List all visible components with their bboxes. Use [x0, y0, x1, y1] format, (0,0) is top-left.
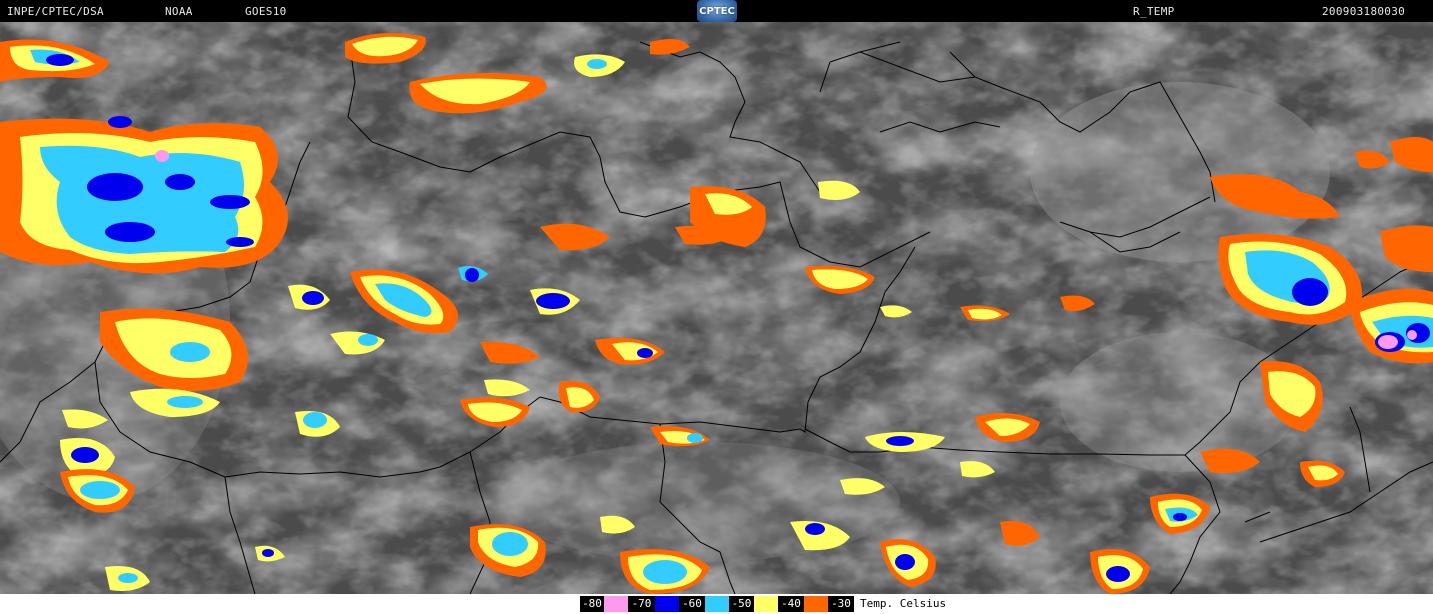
legend-label-70: -70: [628, 596, 655, 612]
agency-label: NOAA: [165, 5, 193, 18]
satellite-label: GOES10: [245, 5, 287, 18]
header-bar: INPE/CPTEC/DSA NOAA GOES10 CPTEC R_TEMP …: [0, 0, 1433, 22]
legend-label-30: -30: [828, 596, 854, 612]
satellite-image: [0, 22, 1433, 594]
legend-label-50: -50: [729, 596, 754, 612]
legend-label-60: -60: [679, 596, 705, 612]
legend-swatch-80: [604, 596, 628, 612]
legend-swatch-40: [804, 596, 828, 612]
timestamp-label: 200903180030: [1322, 5, 1406, 18]
legend-swatch-70: [655, 596, 679, 612]
source-label: INPE/CPTEC/DSA: [7, 5, 104, 18]
legend-label-80: -80: [580, 596, 604, 612]
legend-swatch-60: [705, 596, 729, 612]
temperature-legend: -80 -70 -60 -50 -40 -30 Temp. Celsius: [0, 594, 1433, 614]
cloud-bright-e: [1060, 332, 1300, 472]
legend-swatch-50: [754, 596, 778, 612]
cptec-logo: CPTEC: [697, 0, 737, 22]
cloud-bright-ne: [1030, 82, 1330, 262]
product-label: R_TEMP: [1133, 5, 1175, 18]
legend-label-40: -40: [778, 596, 804, 612]
legend-unit-label: Temp. Celsius: [860, 597, 947, 610]
